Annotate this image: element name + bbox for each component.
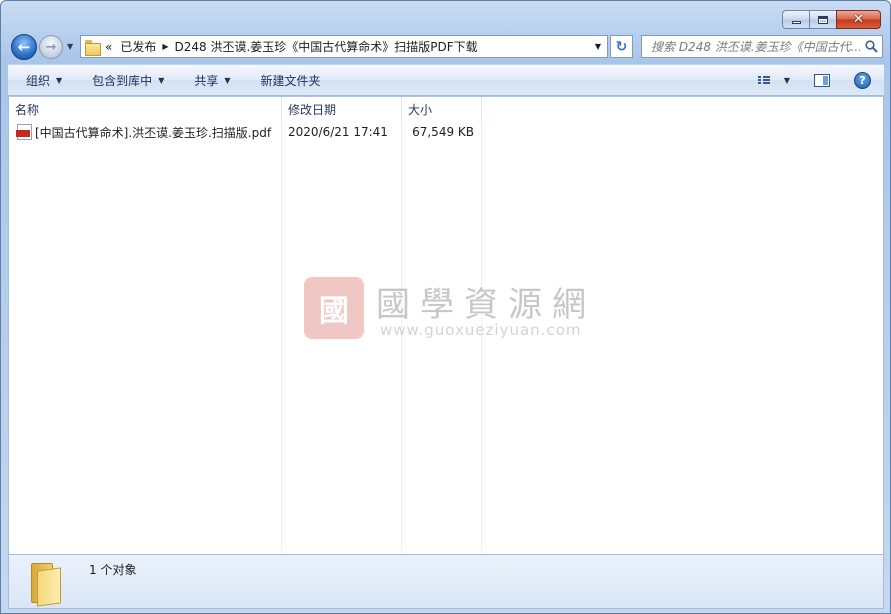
organize-menu[interactable]: 组织 ▼: [8, 68, 72, 92]
watermark-seal-char: 國: [319, 294, 349, 329]
close-icon: ✕: [853, 12, 864, 27]
share-menu[interactable]: 共享 ▼: [174, 68, 240, 92]
close-button[interactable]: ✕: [836, 10, 881, 29]
toolbar-right-group: ▼ ?: [751, 68, 884, 92]
breadcrumb-item-published[interactable]: 已发布: [120, 38, 156, 55]
column-name-label: 名称: [15, 102, 40, 117]
include-in-library-menu[interactable]: 包含到库中 ▼: [72, 68, 174, 92]
column-header-name[interactable]: 名称: [9, 97, 282, 121]
file-modified-cell: 2020/6/21 17:41: [282, 121, 402, 143]
column-divider: [281, 121, 282, 554]
details-pane: 1 个对象: [8, 554, 884, 609]
preview-pane-button[interactable]: [807, 68, 837, 92]
recent-pages-dropdown[interactable]: ▼: [67, 42, 73, 51]
file-list-pane[interactable]: 名称 修改日期 大小 [中国古代算命术].洪丕谟.姜玉珍.扫描版.pdf 202…: [8, 97, 884, 554]
file-modified: 2020/6/21 17:41: [288, 125, 388, 139]
help-icon: ?: [854, 71, 871, 89]
column-header-size[interactable]: 大小: [402, 97, 482, 121]
pdf-file-icon: [16, 124, 32, 140]
preview-pane-icon: [814, 73, 830, 87]
column-header-modified[interactable]: 修改日期: [282, 97, 402, 121]
column-divider: [401, 121, 402, 554]
file-size: 67,549 KB: [412, 125, 474, 139]
file-name-cell[interactable]: [中国古代算命术].洪丕谟.姜玉珍.扫描版.pdf: [9, 121, 282, 143]
change-view-button[interactable]: ▼: [751, 68, 797, 92]
breadcrumb-item-current[interactable]: D248 洪丕谟.姜玉珍《中国古代算命术》扫描版PDF下载: [175, 38, 478, 55]
maximize-button[interactable]: [809, 10, 836, 29]
forward-button[interactable]: →: [39, 35, 63, 59]
search-icon[interactable]: [860, 40, 882, 53]
refresh-button[interactable]: ↻: [610, 35, 633, 58]
help-button[interactable]: ?: [847, 68, 878, 92]
file-name: [中国古代算命术].洪丕谟.姜玉珍.扫描版.pdf: [35, 125, 272, 140]
column-size-label: 大小: [408, 102, 433, 117]
file-row[interactable]: [中国古代算命术].洪丕谟.姜玉珍.扫描版.pdf 2020/6/21 17:4…: [9, 121, 485, 143]
chevron-down-icon: ▼: [56, 75, 63, 85]
back-arrow-icon: ←: [17, 38, 31, 56]
organize-label: 组织: [26, 73, 51, 88]
file-size-cell: 67,549 KB: [402, 121, 474, 143]
column-header-row: 名称 修改日期 大小: [9, 97, 883, 121]
forward-arrow-icon: →: [45, 39, 57, 55]
item-count: 1 个对象: [89, 563, 137, 577]
search-box[interactable]: [641, 35, 883, 58]
command-bar: 组织 ▼ 包含到库中 ▼ 共享 ▼ 新建文件夹 ▼ ?: [8, 64, 884, 96]
watermark: 國 國學資源網 www.guoxueziyuan.com: [304, 277, 604, 342]
minimize-icon: [791, 21, 801, 24]
back-button[interactable]: ←: [11, 34, 37, 60]
minimize-button[interactable]: [782, 10, 809, 29]
new-folder-label: 新建文件夹: [260, 73, 321, 88]
folder-icon: [85, 39, 101, 56]
column-modified-label: 修改日期: [288, 102, 337, 117]
chevron-down-icon: ▼: [224, 75, 231, 85]
address-bar[interactable]: « 已发布 ▶ D248 洪丕谟.姜玉珍《中国古代算命术》扫描版PDF下载 ▼: [80, 35, 608, 58]
chevron-down-icon[interactable]: ▼: [784, 76, 790, 85]
include-in-library-label: 包含到库中: [92, 73, 153, 88]
search-input[interactable]: [651, 39, 860, 54]
breadcrumb-separator-icon[interactable]: ▶: [156, 42, 174, 51]
explorer-window: ✕ ← → ▼ « 已发布 ▶ D248 洪丕谟.姜玉珍《中国古代算命术》扫描版…: [0, 0, 891, 614]
share-label: 共享: [194, 73, 219, 88]
watermark-seal-logo: 國: [304, 277, 364, 339]
maximize-icon: [818, 15, 828, 24]
new-folder-button[interactable]: 新建文件夹: [241, 68, 331, 92]
breadcrumb-overflow[interactable]: «: [105, 40, 112, 54]
caption-buttons: ✕: [782, 10, 881, 29]
refresh-icon: ↻: [615, 38, 628, 55]
address-dropdown-icon[interactable]: ▼: [589, 42, 607, 51]
chevron-down-icon: ▼: [158, 75, 165, 85]
watermark-title: 國學資源網: [376, 285, 596, 325]
folder-icon: [29, 561, 65, 607]
column-divider: [481, 121, 482, 554]
view-list-icon: [757, 76, 770, 84]
